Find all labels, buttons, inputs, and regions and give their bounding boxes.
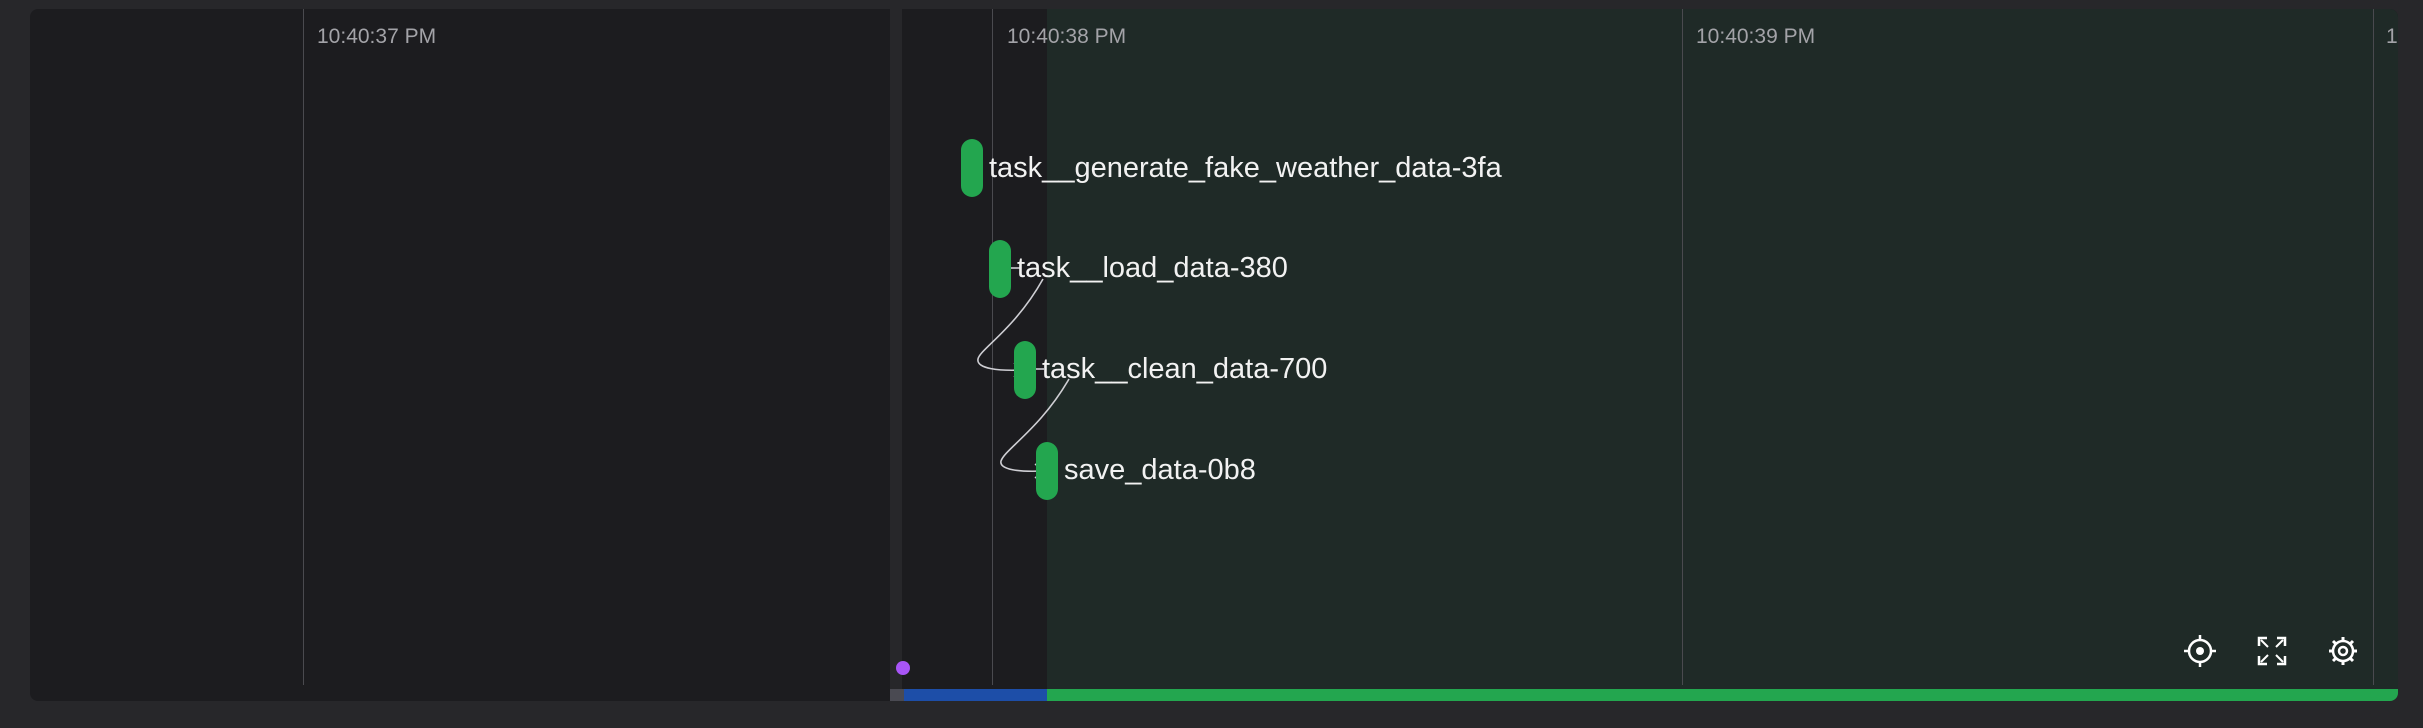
scrubber-start[interactable] (890, 689, 904, 701)
task-run-label[interactable]: task__generate_fake_weather_data-3fa (989, 152, 1502, 185)
expand-icon (2257, 636, 2287, 666)
task-run-bar[interactable] (989, 240, 1011, 298)
center-view-button[interactable] (2180, 631, 2220, 671)
task-run-bar[interactable] (1036, 442, 1058, 500)
task-run-bar[interactable] (961, 139, 983, 197)
task-run-label[interactable]: task__load_data-380 (1017, 252, 1288, 285)
task-run-label[interactable]: save_data-0b8 (1064, 454, 1256, 487)
task-run-label[interactable]: task__clean_data-700 (1042, 353, 1327, 386)
completed-segment (1047, 689, 2398, 701)
gear-icon (2329, 637, 2357, 665)
timeline-panel[interactable]: 10:40:37 PM 10:40:38 PM 10:40:39 PM 1 ta… (30, 9, 2398, 701)
task-run-bar[interactable] (1014, 341, 1036, 399)
scheduled-segment (904, 689, 1047, 701)
dependency-edge (1000, 378, 1070, 473)
settings-button[interactable] (2323, 631, 2363, 671)
event-marker[interactable] (896, 661, 910, 675)
crosshair-icon (2184, 635, 2216, 667)
fullscreen-button[interactable] (2252, 631, 2292, 671)
